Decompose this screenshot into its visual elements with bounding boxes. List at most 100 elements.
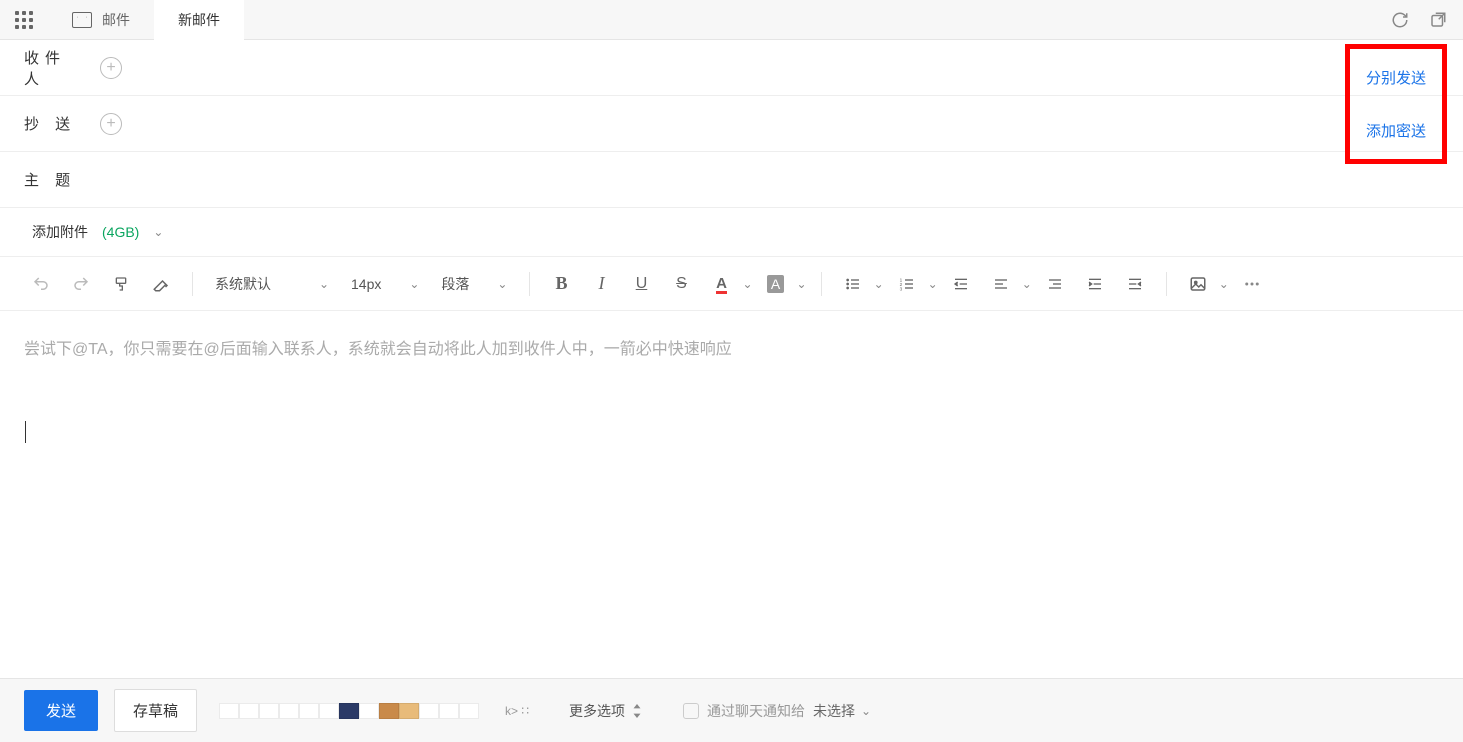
separator <box>821 272 822 296</box>
undo-button[interactable] <box>24 267 58 301</box>
separator <box>529 272 530 296</box>
text-cursor <box>25 421 26 443</box>
sort-icon <box>631 704 643 718</box>
indent-button[interactable] <box>1118 267 1152 301</box>
highlight-box: 分别发送 添加密送 <box>1345 44 1447 164</box>
signature-swatches[interactable] <box>219 703 479 719</box>
image-icon <box>1189 275 1207 293</box>
color-swatch[interactable] <box>259 703 279 719</box>
send-separately-link[interactable]: 分别发送 <box>1352 51 1440 104</box>
color-swatch[interactable] <box>379 703 399 719</box>
color-swatch[interactable] <box>339 703 359 719</box>
apps-menu-button[interactable] <box>0 0 48 40</box>
chevron-down-icon: ⌄ <box>497 277 507 291</box>
add-recipient-button[interactable]: + <box>100 57 122 79</box>
top-right-controls <box>1391 11 1463 29</box>
color-swatch[interactable] <box>419 703 439 719</box>
refresh-button[interactable] <box>1391 11 1409 29</box>
chat-notify-group: 通过聊天通知给 未选择 ⌄ <box>683 701 871 721</box>
color-swatch[interactable] <box>459 703 479 719</box>
chat-notify-label: 通过聊天通知给 <box>707 701 805 721</box>
align-right-button[interactable] <box>1038 267 1072 301</box>
tab-mail-label: 邮件 <box>102 10 130 30</box>
add-attachment-button[interactable]: 添加附件(4GB) ⌄ <box>32 222 163 242</box>
color-swatch[interactable] <box>319 703 339 719</box>
editor-toolbar: 系统默认⌄ 14px⌄ 段落⌄ B I U S A⌄ A⌄ ⌄ 123⌄ ⌄ ⌄ <box>0 257 1463 311</box>
list-ul-icon <box>845 276 861 292</box>
format-painter-icon <box>113 276 129 292</box>
bottom-bar: 发送 存草稿 k> ∷ 更多选项 通过聊天通知给 未选择 ⌄ <box>0 678 1463 742</box>
to-label: 收件人 <box>24 47 84 89</box>
chevron-down-icon: ⌄ <box>1219 277 1229 291</box>
undo-icon <box>32 275 50 293</box>
image-button[interactable]: ⌄ <box>1181 267 1229 301</box>
eraser-icon <box>152 275 170 293</box>
popout-icon <box>1429 11 1447 29</box>
popout-button[interactable] <box>1429 11 1447 29</box>
color-swatch[interactable] <box>399 703 419 719</box>
mail-icon <box>72 12 92 28</box>
format-painter-button[interactable] <box>104 267 138 301</box>
top-bar: 邮件 新邮件 <box>0 0 1463 40</box>
align-right-icon <box>1047 276 1063 292</box>
font-color-icon: A <box>716 275 727 292</box>
bg-color-icon: A <box>767 275 784 293</box>
outdent-icon <box>1087 276 1103 292</box>
subject-field-row: 主 题 <box>0 152 1463 208</box>
add-cc-button[interactable]: + <box>100 113 122 135</box>
more-button[interactable] <box>1235 267 1269 301</box>
color-swatch[interactable] <box>279 703 299 719</box>
redo-icon <box>72 275 90 293</box>
paragraph-select[interactable]: 段落⌄ <box>433 269 515 299</box>
attachment-label: 添加附件 <box>32 222 88 242</box>
bg-color-button[interactable]: A⌄ <box>759 267 807 301</box>
unordered-list-button[interactable]: ⌄ <box>836 267 884 301</box>
chat-notify-select[interactable]: 未选择 ⌄ <box>813 701 871 721</box>
cc-label: 抄 送 <box>24 113 84 134</box>
chevron-down-icon: ⌄ <box>153 225 163 239</box>
align-button[interactable]: ⌄ <box>984 267 1032 301</box>
shortcut-hint: k> ∷ <box>505 704 529 718</box>
font-family-select[interactable]: 系统默认 ⌄ <box>207 269 337 299</box>
svg-text:3: 3 <box>899 286 902 291</box>
chat-notify-checkbox[interactable] <box>683 703 699 719</box>
attachment-row: 添加附件(4GB) ⌄ <box>0 208 1463 257</box>
add-bcc-link[interactable]: 添加密送 <box>1352 104 1440 157</box>
indent-decrease-button[interactable] <box>944 267 978 301</box>
editor-placeholder: 尝试下@TA，你只需要在@后面输入联系人，系统就会自动将此人加到收件人中，一箭必… <box>24 341 732 358</box>
color-swatch[interactable] <box>439 703 459 719</box>
chat-notify-value: 未选择 <box>813 701 855 721</box>
chevron-down-icon: ⌄ <box>928 277 938 291</box>
bold-button[interactable]: B <box>544 267 578 301</box>
color-swatch[interactable] <box>239 703 259 719</box>
redo-button[interactable] <box>64 267 98 301</box>
tab-mail[interactable]: 邮件 <box>48 0 154 40</box>
more-options-label: 更多选项 <box>569 701 625 721</box>
more-icon <box>1243 275 1261 293</box>
save-draft-button[interactable]: 存草稿 <box>114 689 197 732</box>
more-options-button[interactable]: 更多选项 <box>569 701 643 721</box>
color-swatch[interactable] <box>219 703 239 719</box>
color-swatch[interactable] <box>299 703 319 719</box>
font-color-button[interactable]: A⌄ <box>704 267 752 301</box>
underline-button[interactable]: U <box>624 267 658 301</box>
chevron-down-icon: ⌄ <box>742 277 752 291</box>
strikethrough-button[interactable]: S <box>664 267 698 301</box>
subject-label: 主 题 <box>24 169 84 190</box>
tab-compose[interactable]: 新邮件 <box>154 0 244 40</box>
list-ol-icon: 123 <box>899 276 915 292</box>
italic-button[interactable]: I <box>584 267 618 301</box>
editor-body[interactable]: 尝试下@TA，你只需要在@后面输入联系人，系统就会自动将此人加到收件人中，一箭必… <box>0 311 1463 611</box>
font-family-value: 系统默认 <box>215 274 271 294</box>
chevron-down-icon: ⌄ <box>1022 277 1032 291</box>
separator <box>192 272 193 296</box>
font-size-select[interactable]: 14px⌄ <box>343 269 427 299</box>
chevron-down-icon: ⌄ <box>797 277 807 291</box>
send-button[interactable]: 发送 <box>24 690 98 731</box>
cc-field-row: 抄 送 + <box>0 96 1463 152</box>
clear-format-button[interactable] <box>144 267 178 301</box>
outdent-button[interactable] <box>1078 267 1112 301</box>
color-swatch[interactable] <box>359 703 379 719</box>
chevron-down-icon: ⌄ <box>319 277 329 291</box>
ordered-list-button[interactable]: 123 ⌄ <box>890 267 938 301</box>
